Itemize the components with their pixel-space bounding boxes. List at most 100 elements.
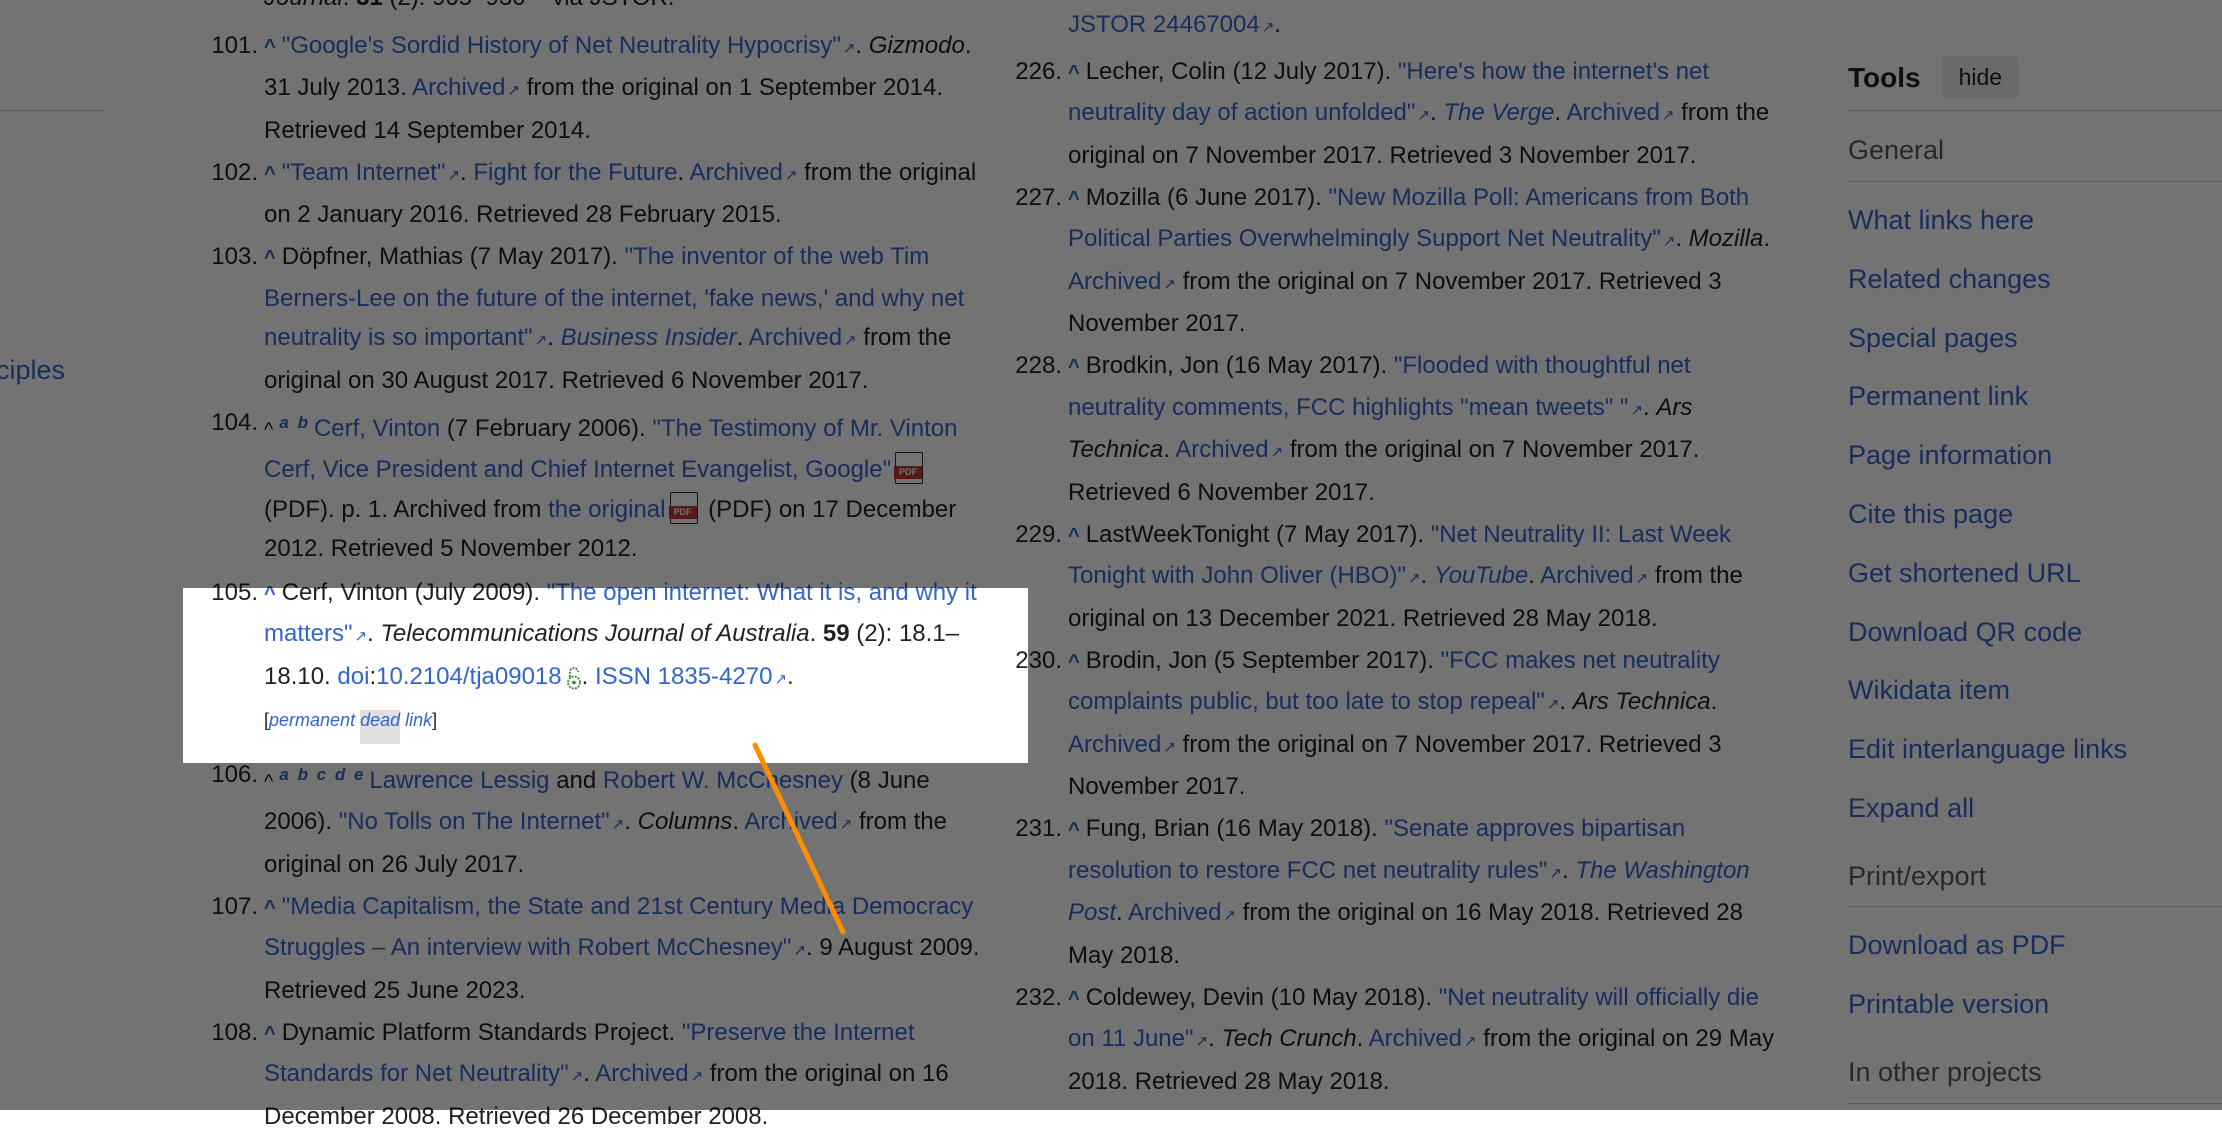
doi-link[interactable]: 10.2104/tja09018: [376, 663, 562, 690]
work-link[interactable]: Fight for the Future: [473, 159, 677, 186]
external-link-icon: ↗: [1195, 1033, 1209, 1050]
publisher-link[interactable]: Business Insider: [561, 324, 737, 351]
archived-link[interactable]: Archived: [412, 74, 505, 101]
external-link-icon: ↗: [1549, 864, 1562, 882]
reference-number: 228.: [1015, 352, 1062, 379]
citation-date: (7 February 2006).: [440, 414, 653, 442]
tools-item-expand-all[interactable]: Expand all: [1848, 793, 1974, 824]
reference-number: 104.: [211, 408, 258, 436]
tools-item-download-qr-code[interactable]: Download QR code: [1848, 617, 2082, 648]
external-link-icon: ↗: [534, 332, 548, 349]
backlink-caret[interactable]: ^: [264, 163, 276, 185]
doi-label-link[interactable]: doi: [337, 663, 369, 690]
section-heading-label: Print/export: [1848, 861, 1987, 891]
citation-author: Lecher, Colin (12 July 2017).: [1085, 57, 1398, 85]
tools-item-edit-interlanguage-links[interactable]: Edit interlanguage links: [1848, 734, 2127, 765]
reference-number: 101.: [211, 31, 258, 59]
reference-number: 229.: [1015, 520, 1062, 548]
volume: 59: [822, 620, 850, 647]
author-link[interactable]: Lawrence Lessig: [369, 767, 549, 794]
hide-tools-button[interactable]: hide: [1942, 56, 2019, 99]
backlink-caret[interactable]: ^: [264, 247, 276, 269]
tools-header: Tools hide: [1848, 56, 2019, 99]
external-link-icon: ↗: [354, 628, 368, 645]
author-link[interactable]: Robert W. McChesney: [603, 767, 843, 794]
external-link-icon: ↗: [1546, 696, 1560, 713]
archived-link[interactable]: Archived: [595, 1060, 688, 1087]
toc-link-fragment[interactable]: ciples: [0, 355, 65, 386]
divider: [1848, 110, 2222, 111]
dead-link-word[interactable]: permanent: [269, 710, 355, 730]
archived-link[interactable]: Archived: [1068, 731, 1161, 758]
reference-number: 232.: [1015, 983, 1062, 1011]
backlink-caret[interactable]: ^: [1068, 988, 1080, 1010]
author-link[interactable]: Cerf, Vinton: [314, 415, 440, 442]
divider: [1848, 906, 2222, 907]
backlink-caret[interactable]: ^: [264, 36, 276, 58]
volume: 31: [356, 0, 383, 11]
backlink-letters[interactable]: a b: [279, 413, 310, 432]
reference-number: 105.: [211, 578, 258, 606]
external-link-icon: ↗: [793, 942, 807, 959]
dead-link-word[interactable]: link: [405, 710, 432, 730]
issn-link[interactable]: ISSN 1835-4270: [595, 663, 772, 690]
archived-link[interactable]: Archived: [744, 808, 837, 835]
publisher: Tech Crunch: [1221, 1025, 1357, 1052]
reference-number: 226.: [1015, 57, 1062, 85]
reference-item: 104. ^ a b Cerf, Vinton (7 February 2006).…: [206, 403, 986, 569]
backlink-caret[interactable]: ^: [1068, 525, 1080, 547]
section-heading-general: General: [1848, 135, 2222, 166]
tools-item-get-shortened-url[interactable]: Get shortened URL: [1848, 558, 2081, 589]
backlink-caret[interactable]: ^: [264, 583, 276, 605]
tools-item-related-changes[interactable]: Related changes: [1848, 264, 2051, 295]
reference-item: 103. ^ Döpfner, Mathias (7 May 2017). "Th…: [206, 237, 986, 400]
external-link-icon: ↗: [507, 82, 521, 99]
citation-title-link[interactable]: "Google's Sordid History of Net Neutrali…: [282, 32, 841, 59]
backlink-caret[interactable]: ^: [264, 1023, 276, 1045]
reference-item: 230. ^ Brodin, Jon (5 September 2017). "F…: [1010, 641, 1790, 807]
tools-item-download-as-pdf[interactable]: Download as PDF: [1848, 930, 2066, 961]
tools-item-page-information[interactable]: Page information: [1848, 440, 2052, 471]
publisher: Ars Technica: [1572, 688, 1711, 715]
external-link-icon: ↗: [1417, 107, 1430, 124]
backlink-caret[interactable]: ^: [1068, 62, 1080, 84]
reference-number: 107.: [211, 892, 258, 920]
backlink-caret[interactable]: ^: [1068, 819, 1080, 841]
archived-link[interactable]: Archived: [1175, 436, 1268, 463]
external-link-icon: ↗: [774, 670, 788, 688]
archived-link[interactable]: Archived: [1567, 99, 1660, 126]
archived-link[interactable]: Archived: [1540, 562, 1633, 589]
reference-item: 107. ^ "Media Capitalism, the State and 2…: [206, 887, 986, 1011]
archived-link[interactable]: Archived: [1369, 1025, 1462, 1052]
citation-author: Brodkin, Jon (16 May 2017).: [1085, 352, 1394, 379]
dead-link-word-highlighted[interactable]: dead: [360, 710, 401, 744]
jstor-link[interactable]: JSTOR 24467004: [1068, 11, 1260, 38]
backlink-caret[interactable]: ^: [1068, 651, 1080, 673]
backlink-caret: ^: [264, 418, 274, 441]
tools-item-permanent-link[interactable]: Permanent link: [1848, 381, 2028, 412]
tools-item-special-pages[interactable]: Special pages: [1848, 323, 2018, 354]
citation-author: Mozilla (6 June 2017).: [1085, 183, 1329, 211]
external-link-icon: ↗: [844, 332, 857, 349]
references-column-1: Journal. 31 (2): 905–930 – via JSTOR. 10…: [206, 0, 986, 1139]
publisher-link[interactable]: The Verge: [1443, 99, 1554, 126]
archived-link[interactable]: Archived: [690, 159, 783, 186]
reference-item-focused: 105. ^ Cerf, Vinton (July 2009). "The ope…: [206, 573, 986, 744]
original-link[interactable]: the original: [548, 496, 665, 523]
reference-item: 106. ^ a b c d e Lawrence Lessig and Rober…: [206, 755, 986, 885]
archived-link[interactable]: Archived: [749, 324, 842, 351]
archived-link[interactable]: Archived: [1128, 899, 1221, 926]
tools-item-printable-version[interactable]: Printable version: [1848, 989, 2049, 1020]
tools-item-cite-this-page[interactable]: Cite this page: [1848, 499, 2013, 530]
backlink-caret[interactable]: ^: [1068, 356, 1080, 378]
backlink-caret[interactable]: ^: [264, 897, 276, 919]
citation-title-link[interactable]: "No Tolls on The Internet": [339, 808, 610, 835]
tools-item-what-links-here[interactable]: What links here: [1848, 205, 2034, 236]
archived-link[interactable]: Archived: [1068, 268, 1161, 295]
citation-title-link[interactable]: "Team Internet": [282, 159, 446, 186]
publisher-link[interactable]: YouTube: [1434, 562, 1528, 589]
backlink-letters[interactable]: a b c d e: [279, 765, 365, 784]
tools-item-wikidata-item[interactable]: Wikidata item: [1848, 675, 2010, 706]
external-link-icon: ↗: [690, 1068, 704, 1085]
backlink-caret[interactable]: ^: [1068, 188, 1080, 210]
